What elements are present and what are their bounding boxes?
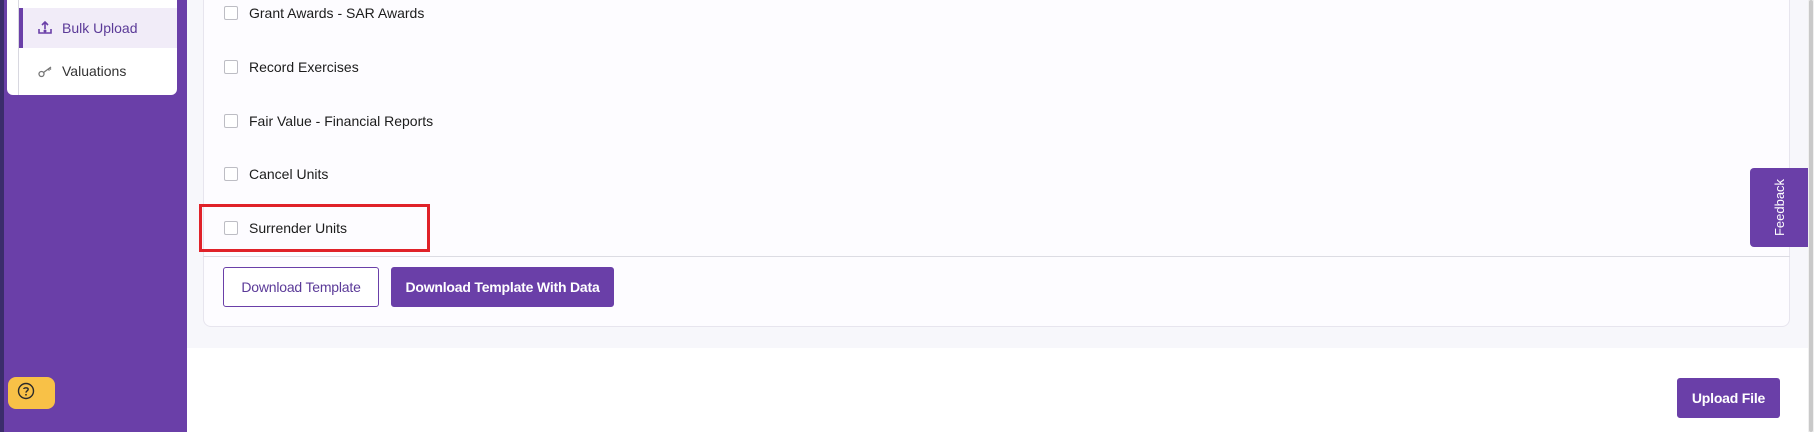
option-label: Grant Awards - SAR Awards: [249, 5, 425, 21]
feedback-label: Feedback: [1772, 178, 1788, 237]
sidebar-item-valuations[interactable]: Valuations: [19, 51, 177, 91]
sidebar: Bulk Upload Valuations: [4, 0, 187, 432]
sidebar-menu-card: Bulk Upload Valuations: [7, 0, 177, 95]
upload-file-button[interactable]: Upload File: [1677, 378, 1780, 418]
option-checkbox[interactable]: [224, 167, 238, 181]
option-label: Record Exercises: [249, 59, 359, 75]
sidebar-item-label: Valuations: [62, 63, 127, 79]
download-template-button[interactable]: Download Template: [223, 267, 379, 307]
feedback-tab[interactable]: Feedback: [1750, 168, 1810, 247]
option-grant-awards-sar[interactable]: Grant Awards - SAR Awards: [224, 3, 424, 23]
download-template-with-data-button[interactable]: Download Template With Data: [391, 267, 614, 307]
help-button[interactable]: [8, 377, 55, 409]
scrollbar-thumb[interactable]: [1809, 0, 1813, 432]
sidebar-item-label: Bulk Upload: [62, 20, 138, 36]
option-fair-value-financial-reports[interactable]: Fair Value - Financial Reports: [224, 111, 433, 131]
highlight-annotation: [199, 204, 430, 252]
key-icon: [37, 63, 53, 79]
sidebar-item-bulk-upload[interactable]: Bulk Upload: [19, 8, 177, 48]
option-record-exercises[interactable]: Record Exercises: [224, 57, 359, 77]
question-circle-icon: [17, 382, 35, 405]
option-label: Cancel Units: [249, 166, 329, 182]
upload-tray-icon: [37, 20, 53, 36]
option-checkbox[interactable]: [224, 114, 238, 128]
option-cancel-units[interactable]: Cancel Units: [224, 164, 328, 184]
option-label: Fair Value - Financial Reports: [249, 113, 434, 129]
option-checkbox[interactable]: [224, 6, 238, 20]
card-divider: [203, 256, 1790, 257]
option-checkbox[interactable]: [224, 60, 238, 74]
